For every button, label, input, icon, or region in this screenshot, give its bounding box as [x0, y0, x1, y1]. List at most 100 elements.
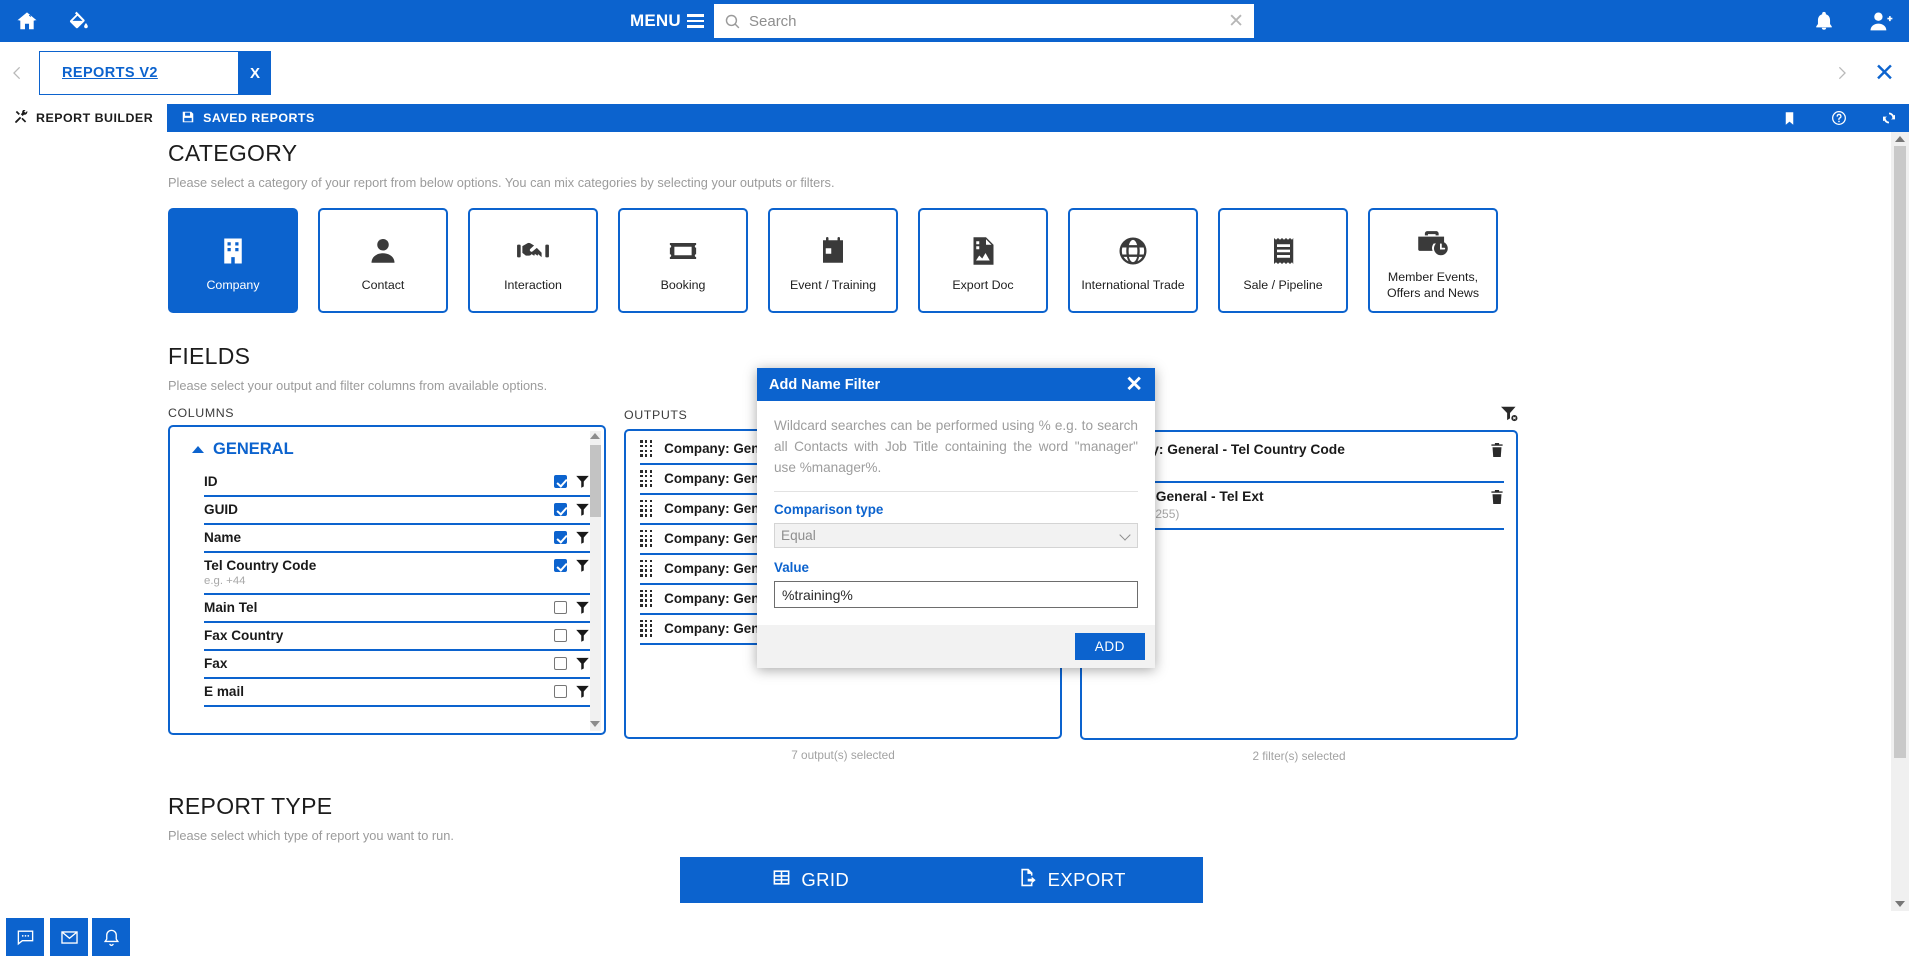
delete-filter-icon[interactable]	[1490, 489, 1504, 505]
search-input[interactable]	[749, 12, 1221, 30]
column-item-id[interactable]: ID	[204, 469, 590, 497]
columns-group-general[interactable]: GENERAL	[170, 427, 604, 469]
chevron-right-icon[interactable]	[1833, 61, 1850, 85]
drag-handle-icon[interactable]	[640, 440, 653, 457]
category-subtitle: Please select a category of your report …	[168, 175, 835, 190]
column-item-fax-country[interactable]: Fax Country	[204, 623, 590, 651]
column-filter-icon[interactable]	[575, 656, 590, 671]
drag-handle-icon[interactable]	[640, 499, 653, 517]
home-icon[interactable]	[14, 8, 40, 34]
column-filter-icon[interactable]	[575, 474, 590, 489]
column-output-checkbox[interactable]	[554, 559, 567, 572]
column-output-checkbox[interactable]	[554, 601, 567, 614]
notification-bell-icon[interactable]	[92, 918, 130, 956]
globe-icon	[1118, 228, 1148, 274]
column-output-checkbox[interactable]	[554, 629, 567, 642]
comparison-type-label: Comparison type	[774, 502, 884, 518]
refresh-icon[interactable]	[1881, 110, 1897, 126]
dialog-description: Wildcard searches can be performed using…	[774, 418, 1138, 476]
drag-handle-icon[interactable]	[640, 529, 653, 547]
chat-icon[interactable]	[6, 918, 44, 956]
category-card-member-events[interactable]: Member Events, Offers and News	[1368, 208, 1498, 313]
paint-bucket-icon[interactable]	[66, 8, 92, 34]
category-card-sale-pipeline[interactable]: Sale / Pipeline	[1218, 208, 1348, 313]
export-icon	[1019, 868, 1038, 892]
category-card-contact[interactable]: Contact	[318, 208, 448, 313]
column-filter-icon[interactable]	[575, 530, 590, 545]
document-tab-label[interactable]: REPORTS V2	[62, 65, 158, 81]
category-card-booking[interactable]: Booking	[618, 208, 748, 313]
column-output-checkbox[interactable]	[554, 531, 567, 544]
column-filter-icon[interactable]	[575, 502, 590, 517]
clear-search-icon[interactable]: ✕	[1220, 10, 1244, 33]
filter-value-input[interactable]	[774, 581, 1138, 609]
drag-handle-icon[interactable]	[640, 559, 653, 577]
help-icon[interactable]	[1831, 110, 1847, 126]
delete-filter-icon[interactable]	[1490, 442, 1504, 458]
page-scroll-up-icon[interactable]	[1895, 136, 1905, 142]
category-card-export-doc[interactable]: Export Doc	[918, 208, 1048, 313]
column-item-guid[interactable]: GUID	[204, 497, 590, 525]
page-scrollbar-thumb[interactable]	[1894, 146, 1906, 758]
module-tab-bar: REPORT BUILDER SAVED REPORTS	[0, 104, 1909, 132]
filter-item[interactable]: Contact: General - Tel Ext Range (0 : 25…	[1096, 483, 1504, 530]
columns-scrollbar-thumb[interactable]	[590, 445, 601, 517]
column-item-tel-country-code[interactable]: Tel Country Code e.g. +44	[204, 553, 590, 595]
category-card-international-trade[interactable]: International Trade	[1068, 208, 1198, 313]
column-name: Main Tel	[204, 600, 258, 615]
page-scrollbar[interactable]	[1891, 132, 1909, 911]
tab-strip-right-controls: ✕	[1833, 60, 1895, 86]
document-tab[interactable]: REPORTS V2 X	[39, 51, 271, 95]
column-output-checkbox[interactable]	[554, 685, 567, 698]
column-name: ID	[204, 474, 218, 489]
tab-report-builder[interactable]: REPORT BUILDER	[0, 104, 168, 132]
user-account-icon[interactable]	[1867, 8, 1893, 34]
bell-icon[interactable]	[1811, 8, 1837, 34]
drag-handle-icon[interactable]	[640, 589, 653, 607]
document-tab-close-button[interactable]: X	[239, 51, 271, 95]
column-output-checkbox[interactable]	[554, 475, 567, 488]
columns-scroll-down-icon[interactable]	[590, 721, 600, 727]
column-item-fax[interactable]: Fax	[204, 651, 590, 679]
comparison-type-select[interactable]: Equal	[774, 523, 1138, 549]
column-item-email[interactable]: E mail	[204, 679, 590, 707]
document-tab-label-wrap[interactable]: REPORTS V2	[39, 51, 239, 95]
clear-filters-icon[interactable]	[1500, 406, 1518, 425]
columns-scroll-up-icon[interactable]	[590, 433, 600, 439]
export-report-button[interactable]: EXPORT	[941, 857, 1203, 903]
tab-saved-reports[interactable]: SAVED REPORTS	[167, 104, 329, 132]
category-cards: Company Contact Interaction Booking Even…	[168, 208, 1740, 313]
drag-handle-icon[interactable]	[640, 469, 653, 487]
columns-panel-header: COLUMNS	[168, 406, 606, 425]
columns-list: ID GUID Name Tel Country Code e.g. +44 M…	[170, 469, 604, 707]
grid-report-button[interactable]: GRID	[680, 857, 942, 903]
category-card-sale-pipeline-label: Sale / Pipeline	[1243, 277, 1323, 292]
tab-report-builder-label: REPORT BUILDER	[36, 111, 154, 125]
bookmark-icon[interactable]	[1782, 111, 1797, 126]
category-card-company[interactable]: Company	[168, 208, 298, 313]
column-output-checkbox[interactable]	[554, 503, 567, 516]
report-type-title: REPORT TYPE	[168, 793, 333, 819]
page-scroll-down-icon[interactable]	[1895, 901, 1905, 907]
mail-icon[interactable]	[50, 918, 88, 956]
outputs-panel-title: OUTPUTS	[624, 408, 688, 422]
filter-item[interactable]: Company: General - Tel Country Code 44	[1096, 436, 1504, 483]
drag-handle-icon[interactable]	[640, 619, 653, 637]
category-card-event-training[interactable]: Event / Training	[768, 208, 898, 313]
column-name: Fax	[204, 656, 228, 671]
close-all-tabs-icon[interactable]: ✕	[1874, 60, 1895, 86]
chevron-left-icon[interactable]	[0, 61, 34, 85]
category-card-interaction[interactable]: Interaction	[468, 208, 598, 313]
column-output-checkbox[interactable]	[554, 657, 567, 670]
handshake-icon	[516, 228, 550, 274]
column-filter-icon[interactable]	[575, 600, 590, 615]
tools-icon	[14, 109, 28, 127]
menu-button[interactable]: MENU	[630, 0, 704, 42]
column-item-main-tel[interactable]: Main Tel	[204, 595, 590, 623]
column-filter-icon[interactable]	[575, 684, 590, 699]
column-filter-icon[interactable]	[575, 558, 590, 573]
close-icon[interactable]: ✕	[1125, 374, 1143, 395]
add-filter-button[interactable]: ADD	[1074, 633, 1145, 660]
column-filter-icon[interactable]	[575, 628, 590, 643]
column-item-name[interactable]: Name	[204, 525, 590, 553]
